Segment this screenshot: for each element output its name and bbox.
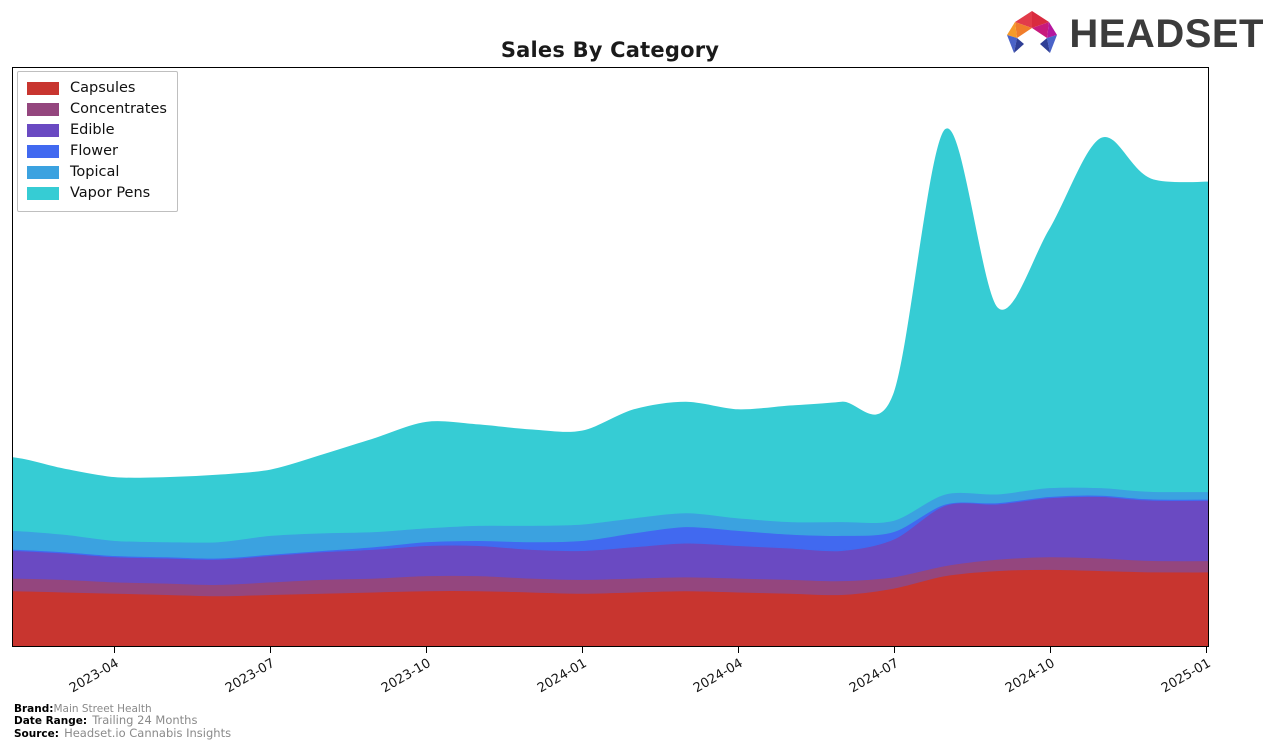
chart-legend: Capsules Concentrates Edible Flower Topi… [17,71,178,212]
headset-logo: HEADSET [1001,8,1264,60]
footer-brand-row: Brand:Main Street Health [14,701,231,715]
x-axis-tick [114,647,115,653]
legend-swatch-concentrates [27,103,59,116]
legend-item-concentrates[interactable]: Concentrates [27,99,167,120]
x-axis-tick [270,647,271,653]
x-axis-label-4: 2024-04 [690,656,746,697]
x-axis-tick [582,647,583,653]
legend-label-concentrates: Concentrates [70,101,167,118]
footer-source-row: Source: Headset.io Cannabis Insights [14,726,231,739]
legend-label-capsules: Capsules [70,80,136,97]
legend-label-edible: Edible [70,122,115,139]
x-axis-tick [426,647,427,653]
legend-item-edible[interactable]: Edible [27,120,167,141]
footer-source-key: Source: [14,727,59,740]
legend-swatch-topical [27,166,59,179]
x-axis-tick [738,647,739,653]
footer-source-value: Headset.io Cannabis Insights [64,725,232,740]
footer-date-range-row: Date Range: Trailing 24 Months [14,713,231,727]
x-axis-label-6: 2024-10 [1002,656,1058,697]
legend-swatch-flower [27,145,59,158]
area-series-vapor-pens [13,128,1208,543]
legend-item-topical[interactable]: Topical [27,162,167,183]
legend-swatch-vapor-pens [27,187,59,200]
legend-label-topical: Topical [70,164,120,181]
legend-swatch-edible [27,124,59,137]
x-axis-label-2: 2023-10 [378,656,434,697]
x-axis-label-7: 2025-01 [1158,656,1214,697]
headset-logo-mark [1007,11,1058,53]
headset-logo-text: HEADSET [1069,12,1264,56]
x-axis-tick [894,647,895,653]
x-axis-label-1: 2023-07 [222,656,278,697]
chart-footer: Brand:Main Street Health Date Range: Tra… [14,701,231,740]
legend-swatch-capsules [27,82,59,95]
x-axis-tick [1206,647,1207,653]
x-axis-label-5: 2024-07 [846,656,902,697]
chart-plot-area [12,67,1209,647]
legend-label-vapor-pens: Vapor Pens [70,185,151,202]
legend-item-flower[interactable]: Flower [27,141,167,162]
stacked-area-chart [13,128,1208,646]
x-axis-tick [1050,647,1051,653]
legend-item-capsules[interactable]: Capsules [27,78,167,99]
legend-label-flower: Flower [70,143,118,160]
x-axis-label-3: 2024-01 [534,656,590,697]
x-axis-label-0: 2023-04 [66,656,122,697]
legend-item-vapor-pens[interactable]: Vapor Pens [27,183,167,204]
